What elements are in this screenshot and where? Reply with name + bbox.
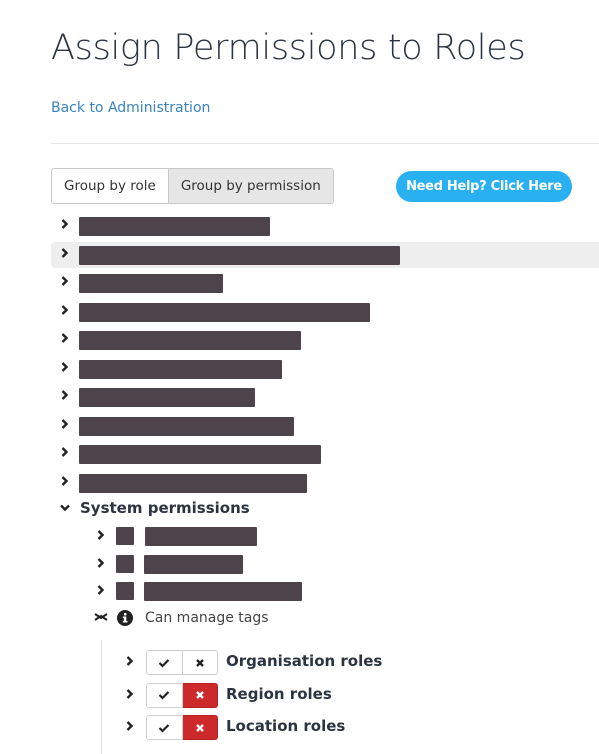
redacted-label xyxy=(79,331,301,350)
allow-deny-toggle xyxy=(146,682,218,708)
permission-group-row[interactable] xyxy=(51,356,599,382)
collapse-icon[interactable] xyxy=(94,611,108,627)
redacted-label xyxy=(144,554,243,574)
permission-group-row[interactable] xyxy=(51,441,599,467)
chevron-right-icon[interactable] xyxy=(95,529,107,545)
chevron-right-icon[interactable] xyxy=(59,389,71,405)
chevron-right-icon[interactable] xyxy=(124,720,136,736)
allow-button[interactable] xyxy=(146,650,183,675)
role-group-label[interactable]: Location roles xyxy=(226,717,345,735)
redacted-label xyxy=(79,473,307,493)
redacted-label xyxy=(79,245,400,265)
chevron-right-icon[interactable] xyxy=(95,557,107,573)
deny-button[interactable] xyxy=(182,715,218,740)
permission-group-row[interactable] xyxy=(51,413,599,439)
group-by-permission-button[interactable]: Group by permission xyxy=(167,169,333,203)
x-icon xyxy=(195,658,204,667)
redacted-icon xyxy=(116,582,134,600)
role-group-label[interactable]: Organisation roles xyxy=(226,652,382,670)
permission-group-row[interactable] xyxy=(51,470,599,496)
redacted-label xyxy=(79,416,294,436)
chevron-right-icon[interactable] xyxy=(59,275,71,291)
chevron-right-icon[interactable] xyxy=(59,475,71,491)
redacted-icon xyxy=(116,554,134,573)
permission-group-row[interactable] xyxy=(51,213,599,239)
role-group-label[interactable]: Region roles xyxy=(226,685,332,703)
chevron-right-icon[interactable] xyxy=(59,247,71,263)
chevron-right-icon[interactable] xyxy=(59,361,71,377)
grouping-toggle: Group by role Group by permission xyxy=(51,168,334,204)
chevron-right-icon[interactable] xyxy=(95,584,107,600)
chevron-right-icon[interactable] xyxy=(124,688,136,704)
page-title: Assign Permissions to Roles xyxy=(51,28,526,68)
system-permissions-label[interactable]: System permissions xyxy=(80,499,250,517)
deny-button[interactable] xyxy=(182,650,218,675)
info-icon[interactable] xyxy=(117,610,133,626)
chevron-right-icon[interactable] xyxy=(59,446,71,462)
chevron-right-icon[interactable] xyxy=(124,655,136,671)
redacted-label xyxy=(145,527,257,546)
check-icon xyxy=(158,658,170,668)
redacted-label xyxy=(79,359,282,379)
allow-button[interactable] xyxy=(146,715,183,740)
permission-group-row[interactable] xyxy=(51,270,599,296)
redacted-label xyxy=(79,388,255,407)
chevron-right-icon[interactable] xyxy=(59,304,71,320)
x-icon xyxy=(195,691,204,699)
divider xyxy=(51,143,599,144)
help-button[interactable]: Need Help? Click Here xyxy=(396,171,572,202)
redacted-label xyxy=(79,445,321,464)
redacted-icon xyxy=(116,527,134,545)
permission-label: Can manage tags xyxy=(145,610,269,626)
tree-guide-line xyxy=(101,640,102,754)
allow-deny-toggle xyxy=(146,715,218,740)
back-to-administration-link[interactable]: Back to Administration xyxy=(51,100,210,116)
allow-deny-toggle xyxy=(146,650,218,675)
chevron-right-icon[interactable] xyxy=(59,218,71,234)
chevron-right-icon[interactable] xyxy=(59,418,71,434)
redacted-label xyxy=(144,582,302,601)
redacted-label xyxy=(79,274,223,293)
x-icon xyxy=(195,723,204,732)
check-icon xyxy=(158,691,170,700)
chevron-right-icon[interactable] xyxy=(59,332,71,348)
redacted-label xyxy=(79,302,370,322)
deny-button[interactable] xyxy=(182,682,218,708)
group-by-role-button[interactable]: Group by role xyxy=(52,169,168,203)
permission-group-row[interactable] xyxy=(51,299,599,325)
permission-group-row[interactable] xyxy=(51,327,599,353)
permission-group-row[interactable] xyxy=(51,241,599,268)
check-icon xyxy=(158,723,170,733)
allow-button[interactable] xyxy=(146,682,183,708)
redacted-label xyxy=(79,217,270,236)
permission-group-row[interactable] xyxy=(51,384,599,410)
chevron-down-icon[interactable] xyxy=(59,502,71,518)
